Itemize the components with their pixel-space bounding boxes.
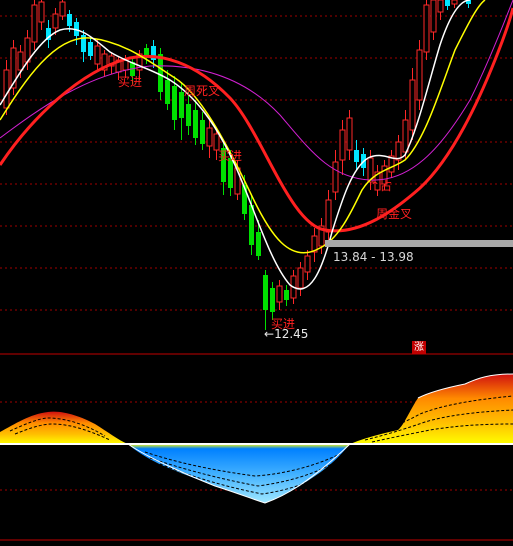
candle-body — [200, 120, 205, 144]
indicator-bands — [0, 373, 513, 504]
candle-body — [332, 161, 339, 193]
candle-body — [67, 14, 72, 26]
candle-body — [38, 1, 45, 23]
week-golden-cross-label: 周金叉 — [376, 207, 413, 221]
candle-body — [122, 59, 129, 71]
candle-body — [193, 110, 198, 138]
candle-body — [284, 290, 289, 300]
candle-body — [346, 117, 353, 151]
week-death-cross-label: 周死叉 — [184, 84, 221, 98]
candle-body — [325, 199, 332, 233]
candle-body — [423, 4, 430, 53]
candle-body — [256, 232, 261, 256]
candle-body — [213, 133, 220, 151]
chart-canvas[interactable] — [0, 0, 513, 546]
candle-body — [206, 127, 213, 147]
candle-body — [52, 13, 59, 29]
price-range-bar — [325, 240, 513, 247]
candle-body — [263, 275, 268, 310]
candle-body — [445, 0, 450, 6]
candlesticks — [3, 0, 471, 330]
trend-mark-label: ↑占 — [370, 179, 393, 193]
candle-body — [409, 79, 416, 131]
buy-signal-label-2: 买进 — [218, 149, 243, 163]
candle-body — [354, 150, 359, 162]
candle-body — [297, 267, 304, 289]
candle-body — [402, 119, 409, 153]
rise-badge[interactable]: 涨 — [412, 341, 426, 354]
candle-body — [339, 129, 346, 161]
candle-body — [451, 0, 458, 5]
low-price-label: ←12.45 — [264, 327, 309, 341]
candle-body — [186, 104, 191, 126]
candle-body — [304, 255, 311, 273]
candle-body — [276, 285, 283, 303]
candle-body — [17, 51, 24, 71]
candle-body — [172, 86, 177, 120]
candle-body — [3, 69, 10, 109]
candle-body — [158, 54, 163, 92]
candle-body — [270, 288, 275, 312]
candle-body — [430, 0, 437, 33]
low-price-value: 12.45 — [274, 327, 309, 341]
candle-body — [437, 0, 444, 13]
candle-body — [94, 45, 101, 65]
candle-body — [59, 1, 66, 17]
candle-body — [88, 42, 93, 56]
candle-body — [416, 49, 423, 101]
price-range-label: 13.84 - 13.98 — [333, 250, 414, 264]
candle-body — [31, 4, 38, 43]
candle-body — [165, 80, 170, 104]
buy-signal-label-1: 买进 — [118, 75, 143, 89]
